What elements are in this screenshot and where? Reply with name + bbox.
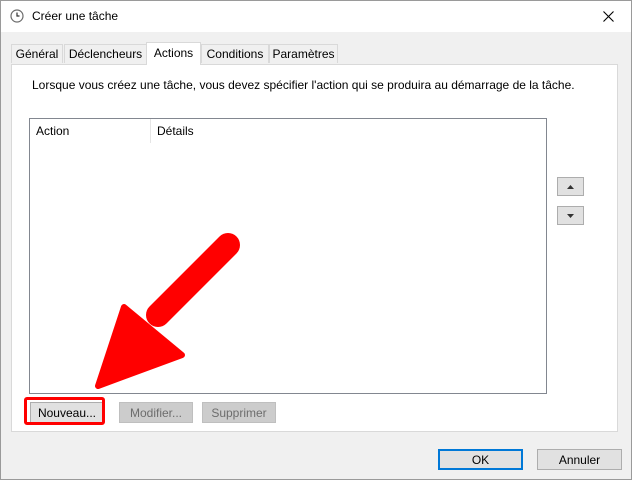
actions-panel: Lorsque vous créez une tâche, vous devez… xyxy=(11,64,618,432)
list-header: Action Détails xyxy=(30,119,546,143)
clock-icon xyxy=(10,9,24,23)
tab-actions[interactable]: Actions xyxy=(146,42,201,65)
close-icon xyxy=(602,11,614,22)
window-title: Créer une tâche xyxy=(32,9,119,23)
title-bar: Créer une tâche xyxy=(1,1,631,32)
edit-action-button[interactable]: Modifier... xyxy=(119,402,193,423)
actions-description: Lorsque vous créez une tâche, vous devez… xyxy=(32,78,575,92)
column-header-details[interactable]: Détails xyxy=(151,119,311,143)
move-down-button[interactable] xyxy=(557,206,584,225)
triangle-down-icon xyxy=(567,213,574,218)
tab-conditions[interactable]: Conditions xyxy=(201,44,269,63)
move-up-button[interactable] xyxy=(557,177,584,196)
task-dialog: Créer une tâche Général Déclencheurs Act… xyxy=(0,0,632,480)
triangle-up-icon xyxy=(567,184,574,189)
tab-triggers[interactable]: Déclencheurs xyxy=(64,44,147,63)
actions-list[interactable]: Action Détails xyxy=(29,118,547,394)
close-button[interactable] xyxy=(585,1,631,32)
delete-action-button[interactable]: Supprimer xyxy=(202,402,276,423)
new-action-button[interactable]: Nouveau... xyxy=(30,402,104,423)
tab-general[interactable]: Général xyxy=(11,44,63,63)
tab-settings[interactable]: Paramètres xyxy=(269,44,338,63)
ok-button[interactable]: OK xyxy=(438,449,523,470)
cancel-button[interactable]: Annuler xyxy=(537,449,622,470)
column-header-action[interactable]: Action xyxy=(30,119,151,143)
